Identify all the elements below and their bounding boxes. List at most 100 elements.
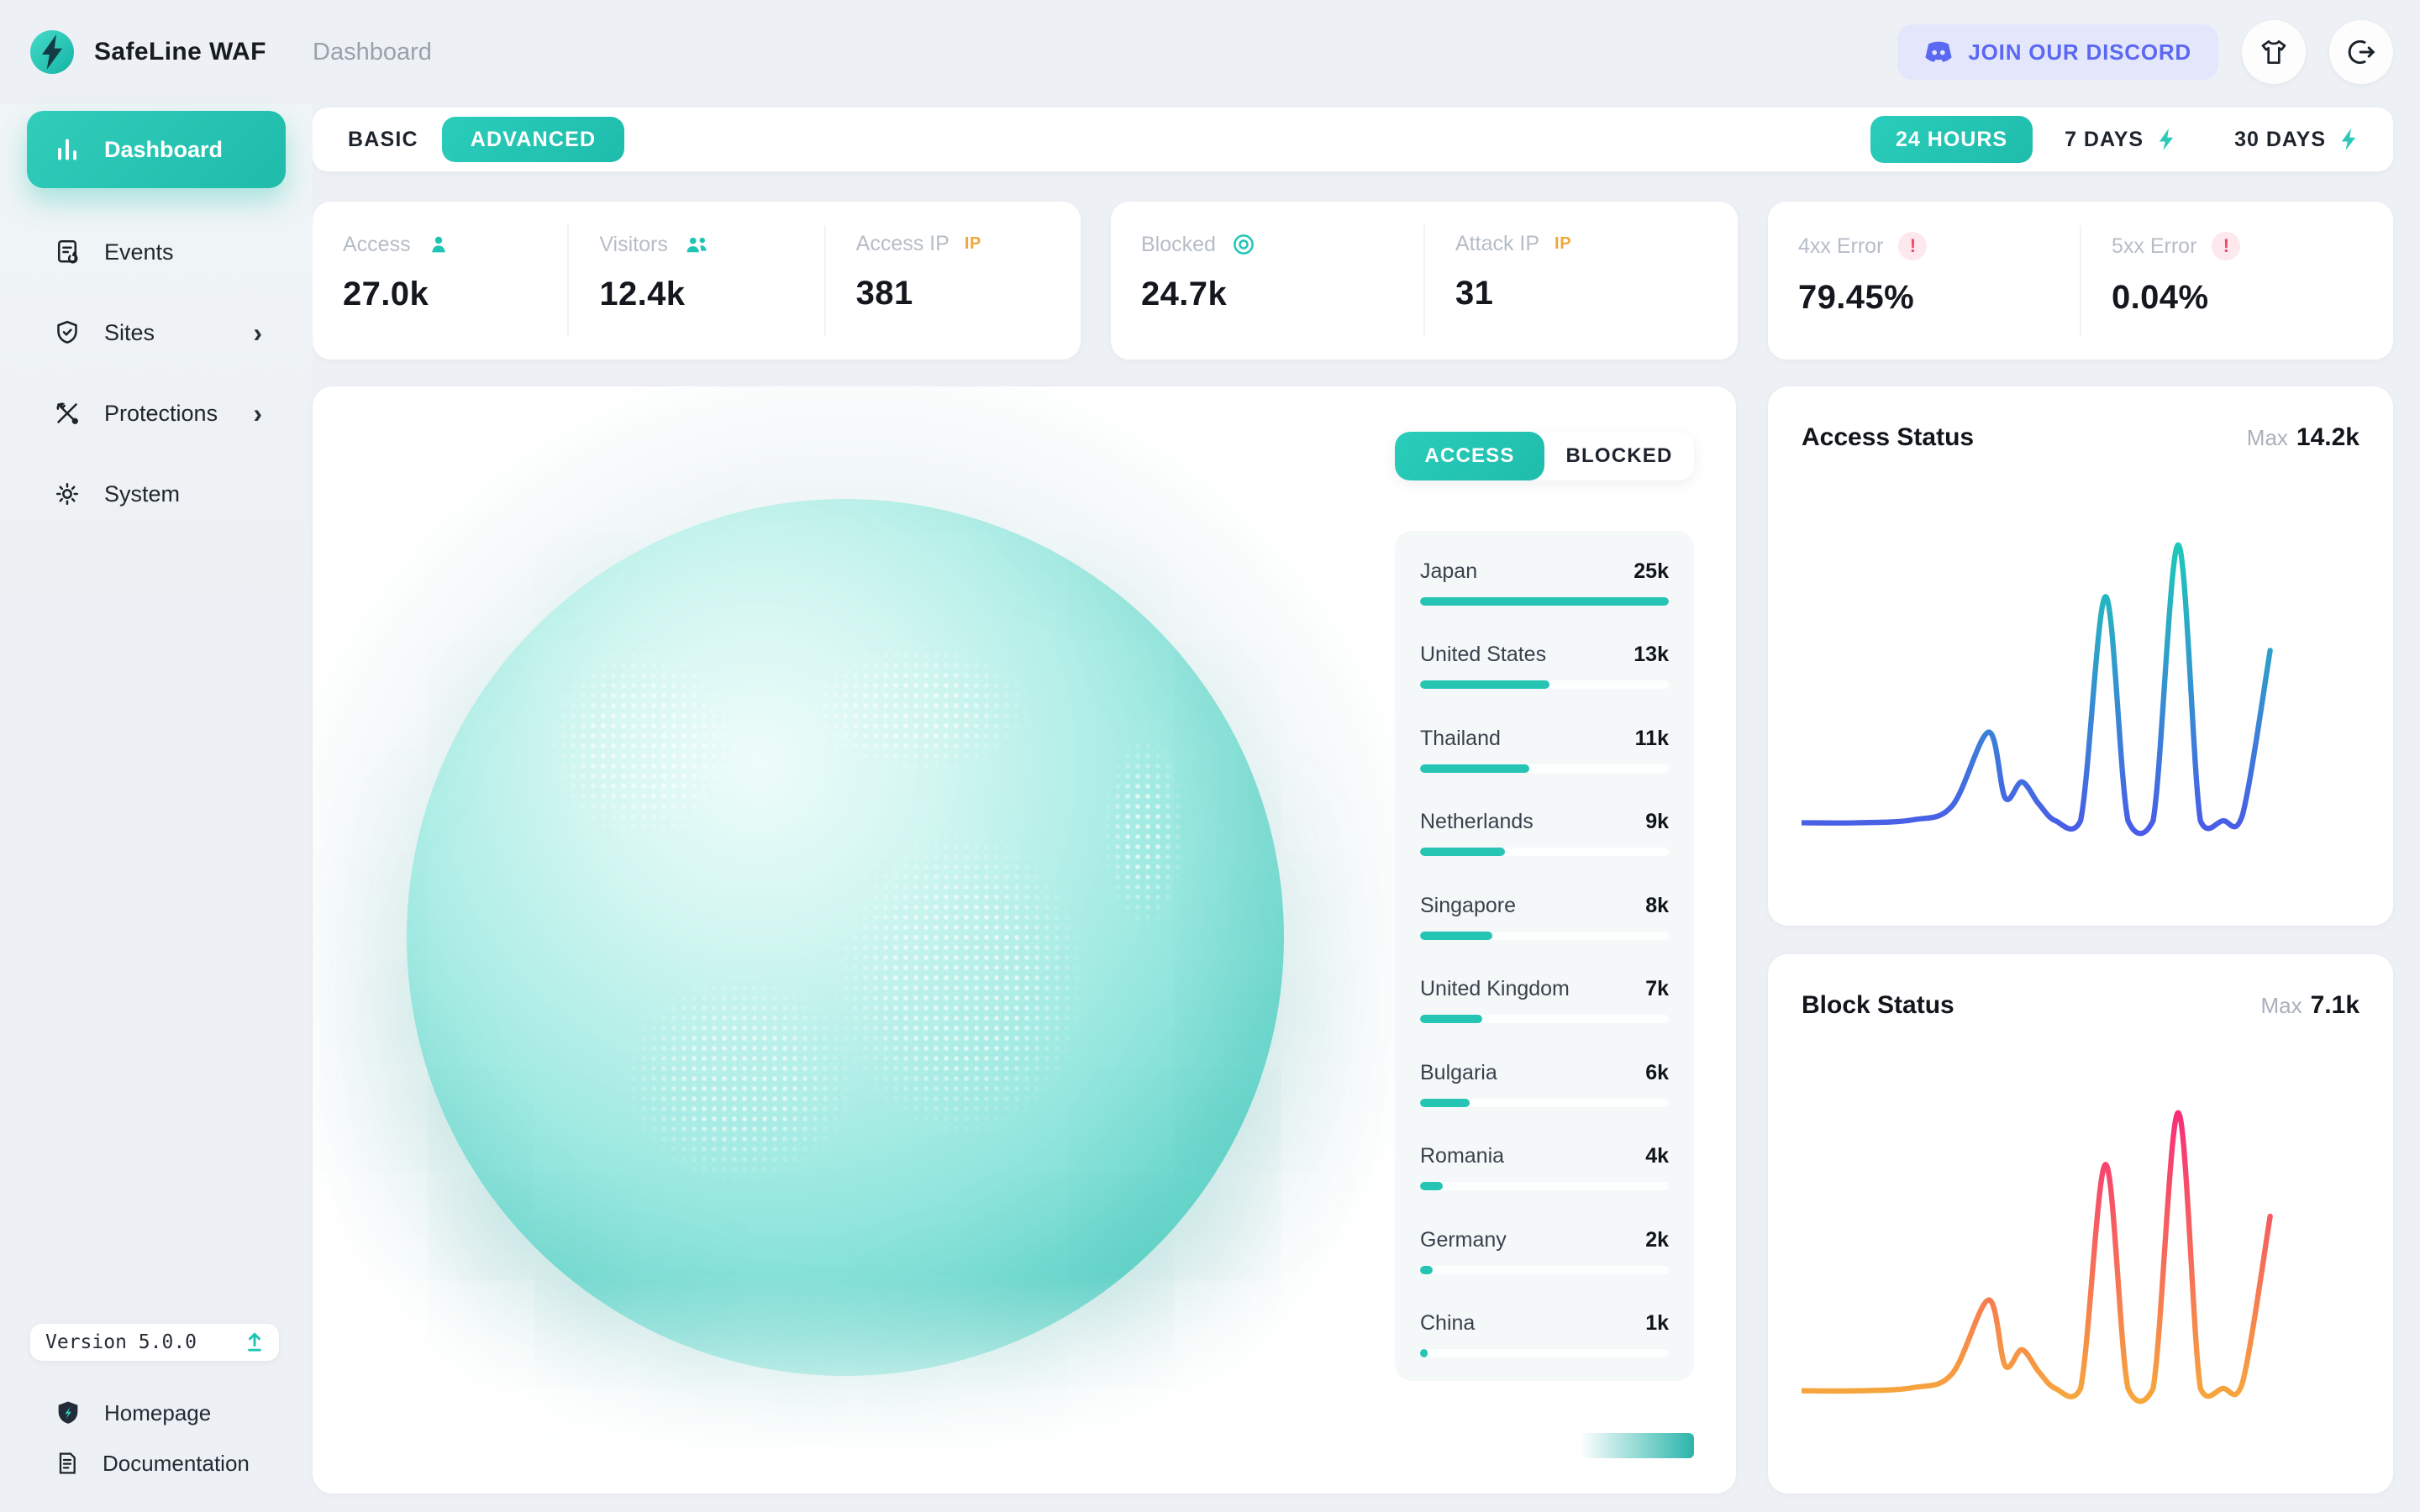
version-text: Version 5.0.0	[45, 1331, 197, 1353]
tab-advanced[interactable]: ADVANCED	[441, 117, 625, 162]
panel-title: Block Status	[1802, 991, 1954, 1019]
alert-icon: !	[2212, 232, 2241, 260]
shield-check-icon	[50, 316, 84, 349]
main-content: BASIC ADVANCED 24 HOURS 7 DAYS 30 DAYS A…	[313, 104, 2420, 1512]
country-bar-track	[1420, 1348, 1669, 1357]
country-name: Singapore	[1420, 893, 1516, 917]
blocked-stats-card: Blocked 24.7k Attack IP IP 31	[1111, 202, 1738, 360]
error-stats-card: 4xx Error ! 79.45% 5xx Error ! 0.04%	[1768, 202, 2393, 360]
sidebar-item-sites[interactable]: Sites ›	[27, 299, 286, 366]
app-title: SafeLine WAF	[94, 38, 266, 66]
country-name: Bulgaria	[1420, 1060, 1497, 1084]
stat-visitors: Visitors 12.4k	[567, 225, 823, 336]
ip-icon: IP	[1555, 234, 1572, 253]
stat-5xx-error: 5xx Error ! 0.04%	[2080, 225, 2393, 336]
brand: SafeLine WAF	[27, 27, 313, 77]
tab-24-hours[interactable]: 24 HOURS	[1870, 116, 2033, 163]
country-name: Japan	[1420, 559, 1478, 583]
country-value: 13k	[1634, 643, 1669, 667]
country-value: 4k	[1645, 1144, 1669, 1168]
bar-chart-icon	[50, 133, 84, 166]
country-name: United Kingdom	[1420, 977, 1570, 1001]
max-value: 7.1k	[2310, 991, 2360, 1019]
update-arrow-icon	[248, 1332, 261, 1352]
sidebar-item-system[interactable]: System	[27, 460, 286, 528]
country-row: United States 13k	[1420, 643, 1669, 690]
world-traffic-card: ACCESS BLOCKED Japan 25k United States 13k…	[313, 386, 1736, 1494]
version-badge[interactable]: Version 5.0.0	[30, 1324, 279, 1361]
tab-basic[interactable]: BASIC	[348, 128, 442, 152]
logout-button[interactable]	[2329, 20, 2393, 84]
time-range-tabs: 24 HOURS 7 DAYS 30 DAYS	[1870, 116, 2385, 163]
country-bar-fill	[1420, 1098, 1470, 1107]
tools-icon	[50, 396, 84, 430]
users-icon	[687, 237, 707, 253]
country-value: 25k	[1634, 559, 1669, 583]
country-bar-track	[1420, 597, 1669, 606]
discord-icon	[1925, 41, 1952, 62]
country-bar-track	[1420, 1265, 1669, 1274]
access-status-card: Access Status Max 14.2k	[1768, 386, 2393, 926]
tab-30-days[interactable]: 30 DAYS	[2209, 116, 2385, 163]
country-name: Romania	[1420, 1144, 1505, 1168]
country-bar-track	[1420, 1098, 1669, 1107]
sidebar-item-dashboard[interactable]: Dashboard	[27, 111, 286, 188]
density-gradient-legend	[1580, 1433, 1694, 1458]
sidebar-item-label: Events	[104, 239, 174, 265]
tab-blocked[interactable]: BLOCKED	[1544, 432, 1694, 480]
sidebar-item-events[interactable]: Events	[27, 218, 286, 286]
country-name: Thailand	[1420, 726, 1501, 750]
chevron-right-icon: ›	[253, 398, 262, 428]
country-bar-track	[1420, 1182, 1669, 1191]
sidebar-item-label: Dashboard	[104, 136, 224, 162]
tab-access[interactable]: ACCESS	[1395, 432, 1544, 480]
access-stats-card: Access 27.0k Visitors 12.4k Access IP IP…	[313, 202, 1081, 360]
documentation-link[interactable]: Documentation	[0, 1438, 313, 1488]
stat-access-ip: Access IP IP 381	[823, 225, 1081, 336]
sidebar: Dashboard Events Sites › Protections › S…	[0, 104, 313, 1512]
country-row: Romania 4k	[1420, 1144, 1669, 1191]
country-name: Germany	[1420, 1227, 1507, 1252]
country-row: Japan 25k	[1420, 559, 1669, 606]
alert-icon: !	[1898, 232, 1928, 260]
tab-7-days-label: 7 DAYS	[2065, 127, 2144, 151]
documentation-label: Documentation	[103, 1450, 250, 1476]
country-value: 1k	[1645, 1310, 1669, 1335]
merch-button[interactable]	[2242, 20, 2306, 84]
country-value: 6k	[1645, 1060, 1669, 1084]
stat-value: 12.4k	[599, 276, 686, 312]
country-value: 9k	[1645, 810, 1669, 834]
max-value: 14.2k	[2296, 423, 2360, 451]
access-status-chart	[1802, 542, 2273, 837]
globe-mode-toggle: ACCESS BLOCKED	[1395, 432, 1694, 480]
stats-row: Access 27.0k Visitors 12.4k Access IP IP…	[313, 202, 2393, 360]
stat-label: 5xx Error	[2112, 234, 2197, 258]
country-bar-fill	[1420, 1182, 1443, 1191]
country-row: Singapore 8k	[1420, 894, 1669, 940]
tshirt-icon	[2261, 39, 2286, 65]
sidebar-item-protections[interactable]: Protections ›	[27, 380, 286, 447]
homepage-link[interactable]: Homepage	[0, 1388, 313, 1438]
stat-label: Access IP	[855, 232, 950, 255]
stat-value: 0.04%	[2112, 279, 2209, 316]
country-bar-fill	[1420, 764, 1530, 773]
target-icon	[1234, 234, 1254, 255]
join-discord-button[interactable]: JOIN OUR DISCORD	[1897, 24, 2218, 80]
country-row: Bulgaria 6k	[1420, 1061, 1669, 1107]
stat-blocked: Blocked 24.7k	[1111, 225, 1423, 336]
country-bar-track	[1420, 1015, 1669, 1024]
bolt-icon	[2159, 129, 2174, 150]
bolt-icon	[2341, 129, 2356, 150]
country-row: United Kingdom 7k	[1420, 977, 1669, 1024]
country-row: Germany 2k	[1420, 1228, 1669, 1274]
country-bar-fill	[1420, 1348, 1428, 1357]
stat-value: 79.45%	[1798, 279, 1915, 316]
stat-label: 4xx Error	[1798, 234, 1884, 258]
ip-icon: IP	[964, 234, 981, 253]
stat-label: Attack IP	[1455, 232, 1540, 255]
stat-4xx-error: 4xx Error ! 79.45%	[1768, 225, 2080, 336]
tab-7-days[interactable]: 7 DAYS	[2039, 116, 2202, 163]
topbar: SafeLine WAF Dashboard JOIN OUR DISCORD	[0, 0, 2420, 104]
sidebar-item-label: Sites	[104, 319, 155, 345]
gear-icon	[50, 477, 84, 511]
